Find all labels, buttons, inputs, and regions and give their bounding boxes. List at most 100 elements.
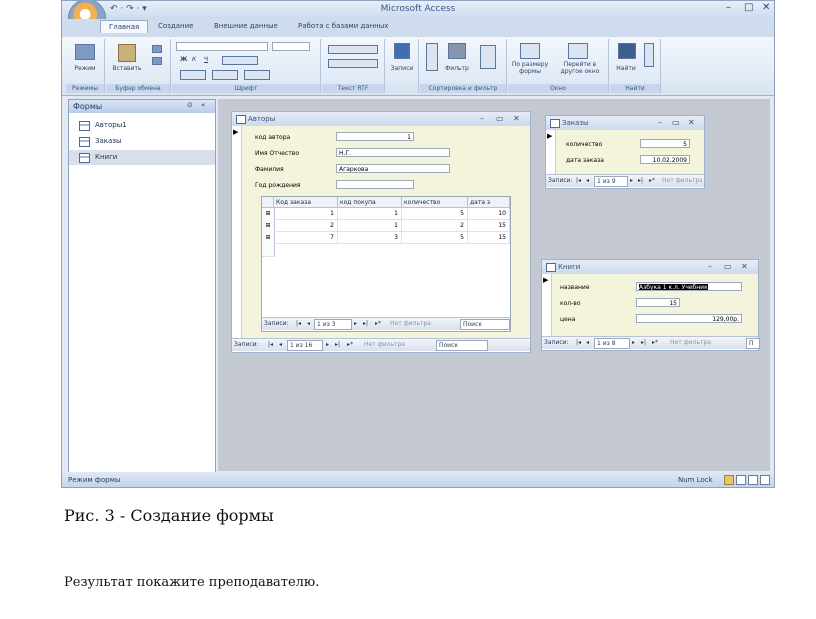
select-all-cell[interactable] bbox=[262, 197, 274, 208]
column-header[interactable]: код покупа bbox=[338, 197, 402, 208]
sort-icon[interactable] bbox=[426, 43, 438, 71]
form-view-icon[interactable] bbox=[724, 475, 734, 485]
fill-color-icon[interactable] bbox=[212, 70, 238, 80]
table-cell[interactable]: 5 bbox=[402, 232, 468, 244]
record-position-field[interactable]: 1 из 9 bbox=[594, 176, 628, 187]
maximize-icon[interactable]: ▭ bbox=[672, 116, 680, 130]
search-box[interactable]: Поиск bbox=[436, 340, 488, 351]
font-color-icon[interactable] bbox=[180, 70, 206, 80]
filter-button[interactable]: Фильтр bbox=[440, 65, 474, 72]
table-cell[interactable]: 15 bbox=[468, 220, 510, 232]
first-record-icon[interactable]: |◂ bbox=[296, 318, 301, 330]
first-record-icon[interactable]: |◂ bbox=[268, 339, 273, 351]
new-record-icon[interactable]: ▸* bbox=[649, 175, 655, 187]
tab-external-data[interactable]: Внешние данные bbox=[214, 22, 278, 30]
nav-item-knigi[interactable]: Книги bbox=[69, 150, 215, 165]
column-header[interactable]: количество bbox=[402, 197, 468, 208]
quantity-field[interactable]: 5 bbox=[640, 139, 690, 148]
underline-button[interactable]: Ч bbox=[204, 56, 208, 63]
form-title-bar[interactable]: Заказы – ▭ ✕ bbox=[546, 116, 704, 130]
search-box[interactable]: П bbox=[746, 338, 760, 349]
cut-icon[interactable] bbox=[152, 45, 162, 53]
next-record-icon[interactable]: ▸ bbox=[354, 318, 357, 330]
minimize-icon[interactable]: – bbox=[708, 260, 712, 274]
search-box[interactable]: Поиск bbox=[460, 319, 510, 330]
close-icon[interactable]: ✕ bbox=[513, 112, 520, 126]
nav-menu-icon[interactable]: ⊙ bbox=[187, 101, 193, 109]
nav-item-zakazy[interactable]: Заказы bbox=[69, 134, 215, 149]
next-record-icon[interactable]: ▸ bbox=[326, 339, 329, 351]
last-name-field[interactable]: Агаркова bbox=[336, 164, 450, 173]
collapse-pane-icon[interactable]: « bbox=[201, 101, 205, 109]
next-record-icon[interactable]: ▸ bbox=[630, 175, 633, 187]
prev-record-icon[interactable]: ◂ bbox=[279, 339, 282, 351]
minimize-button[interactable]: – bbox=[726, 2, 731, 13]
form-title-bar[interactable]: Авторы – ▭ ✕ bbox=[232, 112, 530, 126]
prev-record-icon[interactable]: ◂ bbox=[586, 337, 589, 349]
view-button[interactable]: Режим bbox=[68, 65, 102, 72]
new-row-selector[interactable] bbox=[262, 244, 275, 257]
first-record-icon[interactable]: |◂ bbox=[576, 337, 581, 349]
switch-windows-button[interactable]: Перейти в другое окно bbox=[554, 61, 606, 75]
column-header[interactable]: дата з bbox=[468, 197, 510, 208]
title-field[interactable]: Азбука 1 к.л. Учебник bbox=[636, 282, 742, 291]
close-button[interactable]: ✕ bbox=[762, 2, 770, 13]
bold-button[interactable]: Ж bbox=[180, 56, 187, 63]
filter-status[interactable]: Нет фильтра bbox=[364, 339, 405, 351]
column-header[interactable]: Код заказа bbox=[274, 197, 338, 208]
new-record-icon[interactable]: ▸* bbox=[347, 339, 353, 351]
count-field[interactable]: 15 bbox=[636, 298, 680, 307]
maximize-button[interactable]: □ bbox=[744, 2, 753, 13]
record-selector[interactable]: ▶ bbox=[546, 130, 556, 174]
gridlines-icon[interactable] bbox=[244, 70, 270, 80]
tab-home[interactable]: Главная bbox=[100, 20, 149, 33]
prev-record-icon[interactable]: ◂ bbox=[586, 175, 589, 187]
author-id-field[interactable]: 1 bbox=[336, 132, 414, 141]
maximize-icon[interactable]: ▭ bbox=[724, 260, 732, 274]
last-record-icon[interactable]: ▸| bbox=[363, 318, 368, 330]
order-date-field[interactable]: 10.02.2009 bbox=[640, 155, 690, 164]
close-icon[interactable]: ✕ bbox=[688, 116, 695, 130]
record-selector[interactable]: ▶ bbox=[542, 274, 552, 336]
tab-create[interactable]: Создание bbox=[158, 22, 193, 30]
records-button[interactable]: Записи bbox=[386, 65, 418, 72]
nav-pane-header[interactable]: Формы ⊙ « bbox=[69, 100, 215, 113]
table-cell[interactable]: 1 bbox=[274, 208, 338, 220]
record-position-field[interactable]: 1 из 8 bbox=[594, 338, 630, 349]
table-cell[interactable]: 1 bbox=[338, 220, 402, 232]
new-record-icon[interactable]: ▸* bbox=[375, 318, 381, 330]
record-position-field[interactable]: 1 из 3 bbox=[314, 319, 352, 330]
price-field[interactable]: 129,00р. bbox=[636, 314, 742, 323]
size-to-fit-button[interactable]: По размеру формы bbox=[508, 61, 552, 75]
indent-icon[interactable] bbox=[328, 45, 378, 54]
form-title-bar[interactable]: Книги – ▭ ✕ bbox=[542, 260, 758, 274]
minimize-icon[interactable]: – bbox=[658, 116, 662, 130]
table-cell[interactable]: 5 bbox=[402, 208, 468, 220]
table-cell[interactable]: 15 bbox=[468, 232, 510, 244]
filter-status[interactable]: Нет фильтра bbox=[662, 175, 702, 187]
last-record-icon[interactable]: ▸| bbox=[335, 339, 340, 351]
find-button[interactable]: Найти bbox=[610, 65, 642, 72]
first-name-field[interactable]: Н.Г. bbox=[336, 148, 450, 157]
tab-database-tools[interactable]: Работа с базами данных bbox=[298, 22, 388, 30]
table-cell[interactable]: 3 bbox=[338, 232, 402, 244]
last-record-icon[interactable]: ▸| bbox=[638, 175, 643, 187]
datasheet-view-icon[interactable] bbox=[760, 475, 770, 485]
last-record-icon[interactable]: ▸| bbox=[641, 337, 646, 349]
table-cell[interactable]: 2 bbox=[274, 220, 338, 232]
table-cell[interactable]: 2 bbox=[402, 220, 468, 232]
first-record-icon[interactable]: |◂ bbox=[576, 175, 581, 187]
list-icon[interactable] bbox=[328, 59, 378, 68]
italic-button[interactable]: К bbox=[192, 56, 196, 63]
advanced-filter-icon[interactable] bbox=[480, 45, 496, 69]
design-view-icon[interactable] bbox=[748, 475, 758, 485]
replace-icon[interactable] bbox=[644, 43, 654, 67]
birth-year-field[interactable] bbox=[336, 180, 414, 189]
font-name-select[interactable] bbox=[176, 42, 268, 51]
table-cell[interactable]: 1 bbox=[338, 208, 402, 220]
font-size-select[interactable] bbox=[272, 42, 310, 51]
table-cell[interactable]: 7 bbox=[274, 232, 338, 244]
new-record-icon[interactable]: ▸* bbox=[652, 337, 658, 349]
align-icon[interactable] bbox=[222, 56, 258, 65]
copy-icon[interactable] bbox=[152, 57, 162, 65]
